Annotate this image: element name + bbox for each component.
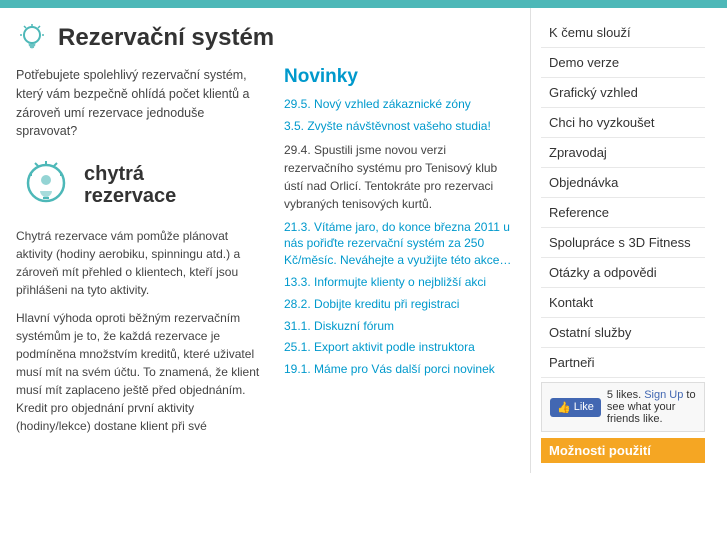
thumbs-up-icon: 👍 (557, 401, 571, 414)
fb-likes-count: 5 likes. Sign Up to see what your friend… (607, 389, 696, 425)
news-more-link-2[interactable]: 13.3. Informujte klienty o nejbližší akc… (284, 274, 514, 291)
sidebar-item-reference[interactable]: Reference (541, 198, 705, 228)
intro-text: Potřebujete spolehlivý rezervační systém… (16, 66, 261, 141)
sidebar-item-spoluprace-3d[interactable]: Spolupráce s 3D Fitness (541, 228, 705, 258)
page-title: Rezervační systém (58, 24, 274, 52)
sidebar-item-kontakt[interactable]: Kontakt (541, 288, 705, 318)
sidebar-item-graficky-vzhled[interactable]: Grafický vzhled (541, 78, 705, 108)
logo-area: chytrá rezervace (16, 155, 264, 215)
sidebar-item-demo-verze[interactable]: Demo verze (541, 48, 705, 78)
sidebar-item-ostatni-sluzby[interactable]: Ostatní služby (541, 318, 705, 348)
news-more-link-1[interactable]: 21.3. Vítáme jaro, do konce března 2011 … (284, 219, 514, 269)
chytra-rezervace-logo-icon (16, 155, 76, 215)
bulb-icon (16, 22, 48, 54)
facebook-like-box: 👍 Like 5 likes. Sign Up to see what your… (541, 382, 705, 432)
facebook-like-button[interactable]: 👍 Like (550, 398, 601, 417)
news-more-link-3[interactable]: 28.2. Dobijte kreditu při registraci (284, 296, 514, 313)
news-more-link-5[interactable]: 25.1. Export aktivit podle instruktora (284, 339, 514, 356)
title-area: Rezervační systém (16, 22, 514, 54)
sidebar-item-objednavka[interactable]: Objednávka (541, 168, 705, 198)
news-link-2[interactable]: 3.5. Zvyšte návštěvnost vašeho studia! (284, 118, 514, 135)
body-text-1: Chytrá rezervace vám pomůže plánovat akt… (16, 227, 264, 299)
top-bar (0, 0, 727, 8)
novinky-section: Novinky 29.5. Nový vzhled zákaznické zón… (284, 66, 514, 445)
news-text-main: 29.4. Spustili jsme novou verzi rezervač… (284, 141, 514, 213)
logo-text: chytrá rezervace (84, 163, 176, 207)
sidebar-item-partneri[interactable]: Partneři (541, 348, 705, 378)
moznosti-bar: Možnosti použití (541, 438, 705, 463)
sidebar-item-chci-ho-vyzkouset[interactable]: Chci ho vyzkoušet (541, 108, 705, 138)
news-more-link-6[interactable]: 19.1. Máme pro Vás další porci novinek (284, 361, 514, 378)
main-content: Rezervační systém Potřebujete spolehlivý… (0, 8, 530, 473)
news-link-1[interactable]: 29.5. Nový vzhled zákaznické zóny (284, 96, 514, 113)
sidebar-item-k-cemu-slouzi[interactable]: K čemu slouží (541, 18, 705, 48)
sidebar-item-zpravodaj[interactable]: Zpravodaj (541, 138, 705, 168)
sidebar: K čemu slouží Demo verze Grafický vzhled… (530, 8, 705, 473)
news-more-link-4[interactable]: 31.1. Diskuzní fórum (284, 318, 514, 335)
novinky-title: Novinky (284, 66, 514, 88)
body-text-2: Hlavní výhoda oproti běžným rezervačním … (16, 309, 264, 435)
sidebar-item-otazky-odpovedi[interactable]: Otázky a odpovědi (541, 258, 705, 288)
left-column: Potřebujete spolehlivý rezervační systém… (16, 66, 264, 445)
